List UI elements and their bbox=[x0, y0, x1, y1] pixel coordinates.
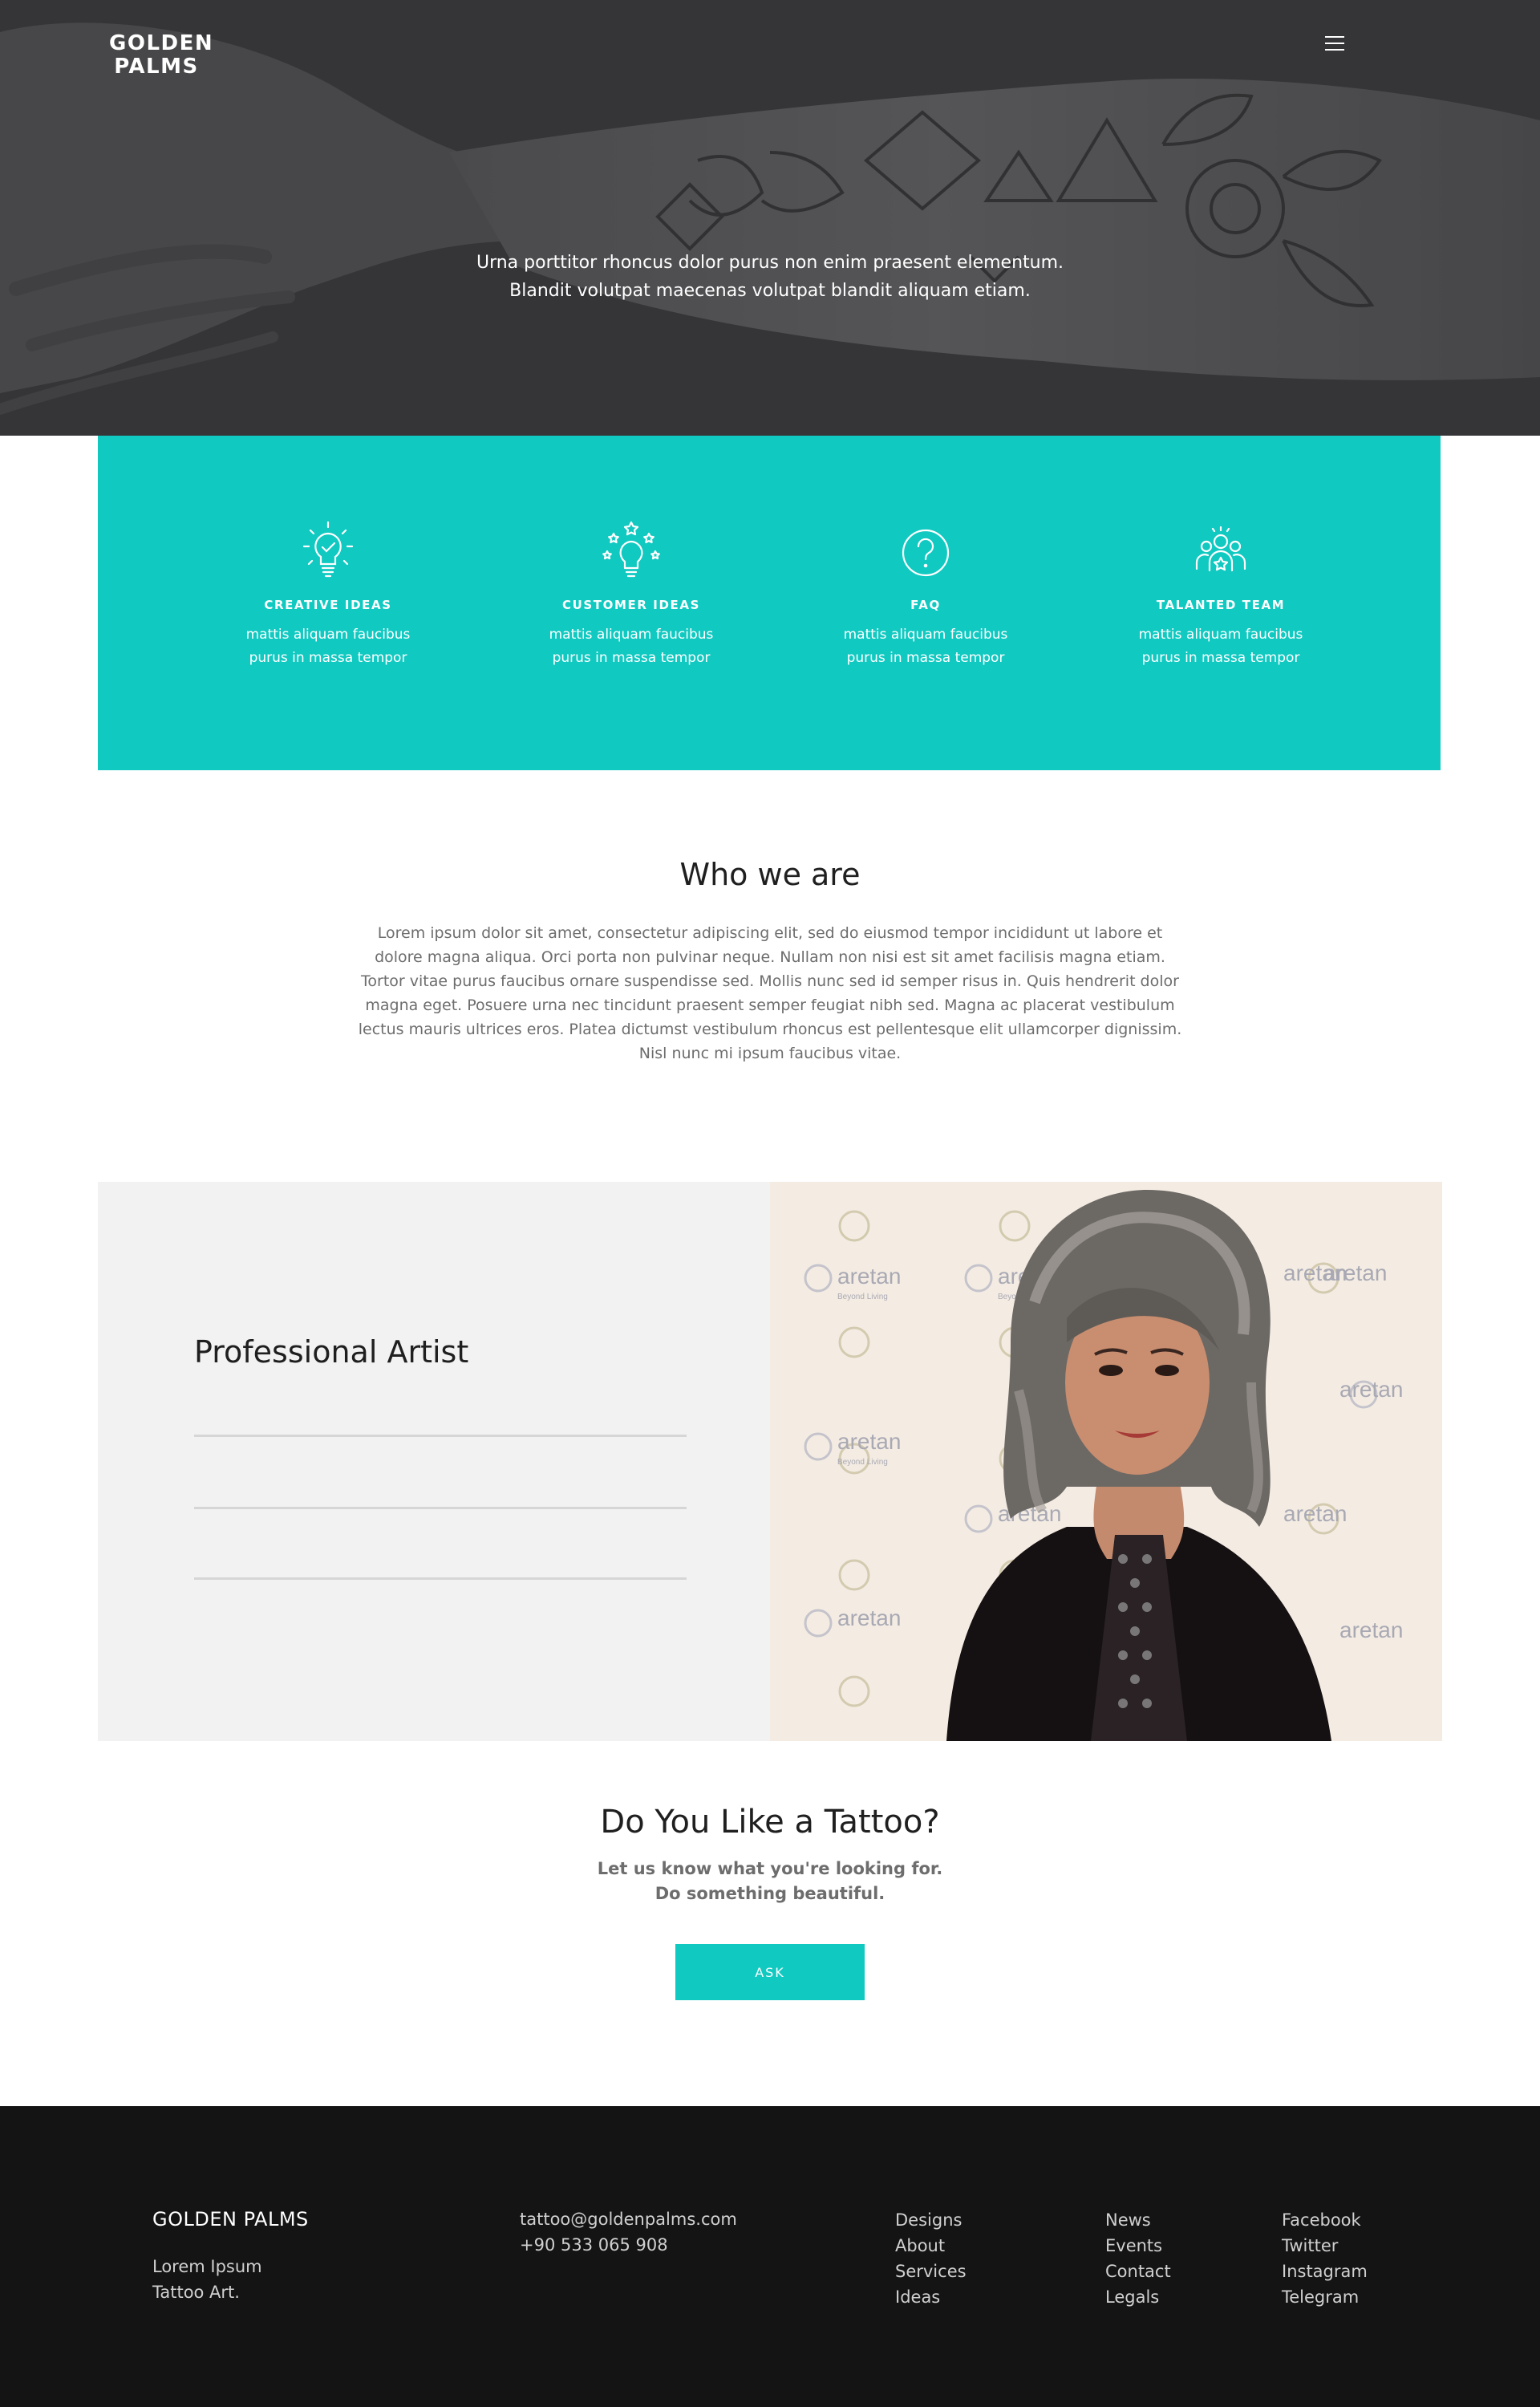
backdrop-logo-subtext: Beyond Living bbox=[837, 1458, 888, 1467]
footer-link-facebook[interactable]: Facebook bbox=[1282, 2207, 1368, 2233]
feature-talanted-team: TALANTED TEAM mattis aliquam faucibus pu… bbox=[1100, 518, 1341, 670]
ask-button[interactable]: ASK bbox=[675, 1944, 865, 2000]
feature-desc-line1: mattis aliquam faucibus bbox=[549, 627, 714, 643]
lightbulb-check-icon bbox=[302, 521, 354, 578]
about-title: Who we are bbox=[679, 857, 861, 892]
footer-link-services[interactable]: Services bbox=[895, 2259, 967, 2284]
backdrop-logo-text: aretan bbox=[837, 1429, 901, 1454]
backdrop-logo-text: aretan bbox=[1339, 1618, 1403, 1642]
feature-faq: FAQ mattis aliquam faucibus purus in mas… bbox=[805, 518, 1046, 670]
footer-link-news[interactable]: News bbox=[1105, 2207, 1171, 2233]
artist-portrait-image: aretan aretan aretan aretan aretan areta… bbox=[770, 1182, 1442, 1741]
hero-overlay bbox=[0, 0, 1540, 436]
feature-title: TALANTED TEAM bbox=[1156, 598, 1286, 612]
footer-link-telegram[interactable]: Telegram bbox=[1282, 2284, 1368, 2310]
hamburger-icon[interactable] bbox=[1322, 32, 1348, 55]
feature-creative-ideas: CREATIVE IDEAS mattis aliquam faucibus p… bbox=[208, 518, 448, 670]
feature-desc-line2: purus in massa tempor bbox=[846, 650, 1005, 666]
hero-tagline: Urna porttitor rhoncus dolor purus non e… bbox=[369, 249, 1171, 305]
footer-social-column: Facebook Twitter Instagram Telegram bbox=[1282, 2207, 1368, 2310]
artist-title: Professional Artist bbox=[194, 1334, 469, 1370]
footer-link-twitter[interactable]: Twitter bbox=[1282, 2233, 1368, 2259]
footer-link-instagram[interactable]: Instagram bbox=[1282, 2259, 1368, 2284]
backdrop-logo-subtext: Beyond Living bbox=[837, 1293, 888, 1301]
backdrop-logo-text: aretan bbox=[837, 1264, 901, 1289]
footer-tagline-line2: Tattoo Art. bbox=[152, 2283, 240, 2302]
artist-divider bbox=[194, 1507, 687, 1509]
footer-nav-column: News Events Contact Legals bbox=[1105, 2207, 1171, 2310]
feature-description: mattis aliquam faucibus purus in massa t… bbox=[511, 623, 752, 670]
artist-divider bbox=[194, 1577, 687, 1580]
feature-desc-line1: mattis aliquam faucibus bbox=[843, 627, 1008, 643]
feature-title: FAQ bbox=[910, 598, 941, 612]
feature-desc-line1: mattis aliquam faucibus bbox=[245, 627, 411, 643]
footer-link-about[interactable]: About bbox=[895, 2233, 967, 2259]
backdrop-logo-text: aretan bbox=[1323, 1260, 1387, 1285]
cta-subtitle-line2: Do something beautiful. bbox=[654, 1884, 886, 1903]
feature-desc-line1: mattis aliquam faucibus bbox=[1138, 627, 1303, 643]
backdrop-logo-text: aretan bbox=[1339, 1377, 1403, 1402]
feature-title: CUSTOMER IDEAS bbox=[561, 598, 700, 612]
feature-desc-line2: purus in massa tempor bbox=[552, 650, 711, 666]
footer-tagline: Lorem Ipsum Tattoo Art. bbox=[152, 2254, 262, 2305]
cta-subtitle: Let us know what you're looking for. Do … bbox=[449, 1857, 1091, 1906]
brand-logo[interactable]: GOLDEN PALMS bbox=[109, 31, 214, 79]
feature-description: mattis aliquam faucibus purus in massa t… bbox=[208, 623, 448, 670]
footer-link-contact[interactable]: Contact bbox=[1105, 2259, 1171, 2284]
lightbulb-stars-icon bbox=[602, 521, 660, 578]
footer-link-designs[interactable]: Designs bbox=[895, 2207, 967, 2233]
footer-phone-link[interactable]: +90 533 065 908 bbox=[520, 2232, 737, 2258]
hero-tagline-line1: Urna porttitor rhoncus dolor purus non e… bbox=[476, 253, 1064, 273]
feature-customer-ideas: CUSTOMER IDEAS mattis aliquam faucibus p… bbox=[511, 518, 752, 670]
brand-logo-line2: PALMS bbox=[114, 55, 199, 79]
artist-photo: aretan aretan aretan aretan aretan areta… bbox=[770, 1182, 1442, 1741]
footer-link-legals[interactable]: Legals bbox=[1105, 2284, 1171, 2310]
footer-nav-column: Designs About Services Ideas bbox=[895, 2207, 967, 2310]
artist-divider bbox=[194, 1435, 687, 1437]
team-star-icon bbox=[1195, 526, 1246, 572]
hero-tagline-line2: Blandit volutpat maecenas volutpat bland… bbox=[509, 281, 1031, 301]
footer-email-link[interactable]: tattoo@goldenpalms.com bbox=[520, 2206, 737, 2232]
question-circle-icon bbox=[902, 529, 950, 577]
cta-subtitle-line1: Let us know what you're looking for. bbox=[597, 1859, 943, 1878]
about-body: Lorem ipsum dolor sit amet, consectetur … bbox=[358, 924, 1182, 1062]
footer-tagline-line1: Lorem Ipsum bbox=[152, 2257, 262, 2276]
feature-description: mattis aliquam faucibus purus in massa t… bbox=[805, 623, 1046, 670]
footer: GOLDEN PALMS Lorem Ipsum Tattoo Art. tat… bbox=[0, 2106, 1540, 2407]
backdrop-logo-text: aretan bbox=[1283, 1501, 1347, 1526]
feature-title: CREATIVE IDEAS bbox=[264, 598, 392, 612]
artist-panel: Professional Artist bbox=[98, 1182, 770, 1741]
feature-desc-line2: purus in massa tempor bbox=[249, 650, 407, 666]
footer-contact: tattoo@goldenpalms.com +90 533 065 908 bbox=[520, 2206, 737, 2258]
brand-logo-line1: GOLDEN bbox=[109, 31, 214, 55]
cta-title: Do You Like a Tattoo? bbox=[600, 1804, 940, 1841]
feature-description: mattis aliquam faucibus purus in massa t… bbox=[1100, 623, 1341, 670]
footer-link-ideas[interactable]: Ideas bbox=[895, 2284, 967, 2310]
footer-link-events[interactable]: Events bbox=[1105, 2233, 1171, 2259]
footer-brand[interactable]: GOLDEN PALMS bbox=[152, 2208, 309, 2230]
feature-desc-line2: purus in massa tempor bbox=[1141, 650, 1300, 666]
hero-section: GOLDEN PALMS Urna porttitor rhoncus dolo… bbox=[0, 0, 1540, 436]
features-section: CREATIVE IDEAS mattis aliquam faucibus p… bbox=[98, 436, 1441, 770]
backdrop-logo-text: aretan bbox=[837, 1605, 901, 1630]
